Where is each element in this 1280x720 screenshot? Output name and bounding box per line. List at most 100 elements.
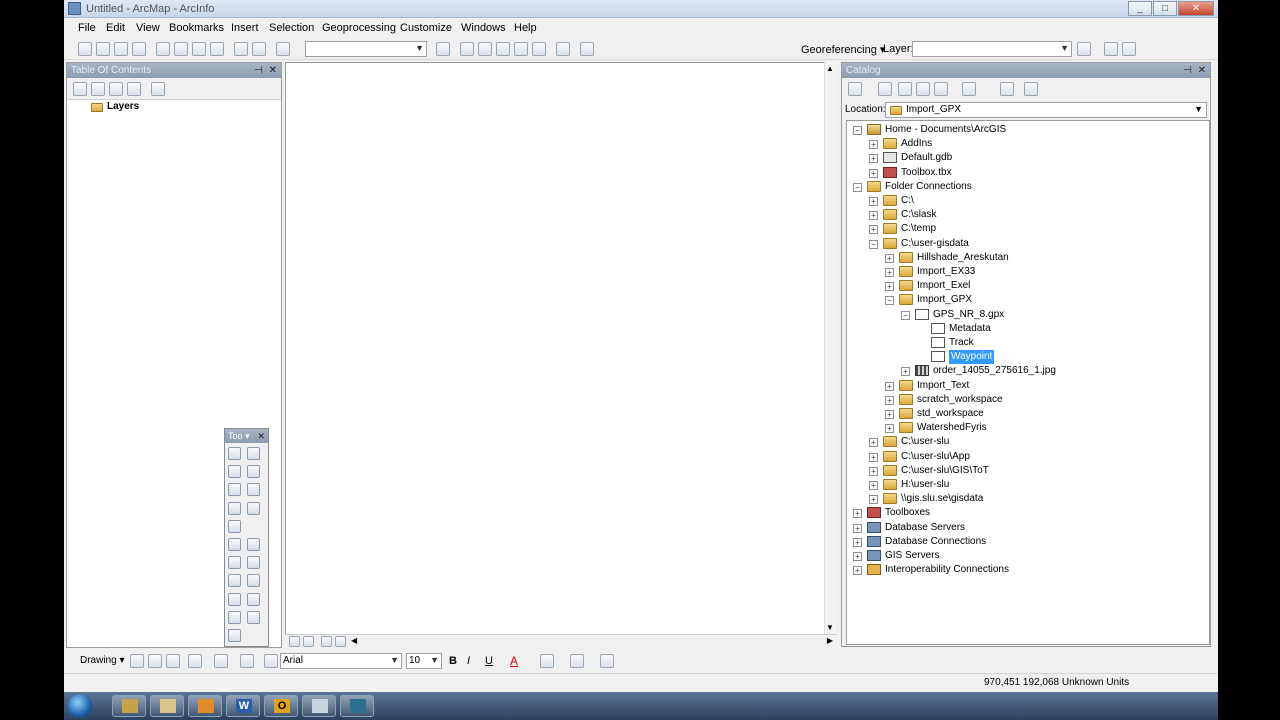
expand-icon[interactable]: +: [869, 140, 878, 150]
forward-extent-icon[interactable]: [247, 501, 260, 515]
georef-layer-combo[interactable]: ▼: [912, 41, 1072, 57]
expand-icon[interactable]: +: [885, 381, 894, 391]
menu-edit[interactable]: Edit: [106, 22, 125, 34]
expand-icon[interactable]: +: [853, 552, 862, 561]
close-button[interactable]: ✕: [1178, 1, 1214, 16]
catalog-tree-item[interactable]: + Toolbox.tbx: [869, 166, 1183, 180]
catalog-tree-item[interactable]: + Toolboxes: [853, 506, 1183, 520]
taskbar-arcmap-icon[interactable]: [340, 695, 374, 717]
catalog-tree-item[interactable]: + C:\user-slu\GIS\ToT: [869, 464, 1183, 478]
catalog-tree-item[interactable]: − Import_GPX: [885, 293, 1183, 307]
find-route-icon[interactable]: [247, 592, 260, 606]
forward-icon[interactable]: [878, 82, 892, 96]
catalog-tree-item[interactable]: − GPS_NR_8.gpx: [901, 308, 1183, 322]
font-size-combo[interactable]: 10 ▼: [406, 653, 442, 669]
tools-window-title[interactable]: Too ▾: [228, 431, 250, 441]
edit-vertices-icon[interactable]: [240, 654, 254, 668]
minimize-button[interactable]: _: [1128, 1, 1152, 16]
font-combo[interactable]: Arial ▼: [280, 653, 402, 669]
go-to-xy-icon[interactable]: [228, 610, 241, 624]
arctoolbox-icon[interactable]: [514, 42, 528, 56]
drawing-menu[interactable]: Drawing ▾: [80, 655, 124, 666]
fixed-zoom-out-icon[interactable]: [247, 483, 260, 497]
catalog-tree-item[interactable]: Waypoint: [917, 350, 1183, 365]
select-elements-icon[interactable]: [247, 538, 260, 551]
layout-view-icon[interactable]: [303, 636, 314, 647]
add-data-icon[interactable]: [276, 42, 290, 56]
line-color-icon[interactable]: [570, 654, 584, 668]
map-scale-combo[interactable]: ▼: [305, 41, 427, 57]
create-viewer-icon[interactable]: [228, 629, 241, 642]
expand-icon[interactable]: +: [885, 253, 894, 263]
expand-icon[interactable]: +: [869, 197, 878, 206]
menu-bookmarks[interactable]: Bookmarks: [169, 22, 224, 34]
list-by-source-icon[interactable]: [91, 82, 105, 96]
marker-color-icon[interactable]: [600, 654, 614, 668]
catalog-tree-item[interactable]: − C:\user-gisdata: [869, 237, 1183, 251]
catalog-tree-item[interactable]: + H:\user-slu: [869, 478, 1183, 492]
copy-icon[interactable]: [174, 42, 188, 56]
rotate-icon[interactable]: [1077, 42, 1091, 56]
expand-icon[interactable]: +: [853, 523, 862, 533]
location-combo[interactable]: Import_GPX ▼: [885, 102, 1207, 118]
expand-icon[interactable]: +: [869, 154, 878, 164]
catalog-tree-item[interactable]: + std_workspace: [885, 407, 1183, 421]
catalog-tree-item[interactable]: + \\gis.slu.se\gisdata: [869, 492, 1183, 506]
catalog-tree-item[interactable]: + Default.gdb: [869, 151, 1183, 165]
data-view-icon[interactable]: [289, 636, 300, 647]
catalog-tree-item[interactable]: Metadata: [917, 322, 1183, 336]
start-button[interactable]: [68, 694, 92, 718]
expand-icon[interactable]: +: [869, 466, 878, 476]
expand-icon[interactable]: +: [885, 268, 894, 277]
map-view[interactable]: [285, 62, 830, 637]
zoom-to-selected-icon[interactable]: [166, 654, 180, 668]
close-icon[interactable]: ✕: [269, 63, 277, 78]
pin-icon[interactable]: ⊣: [254, 63, 263, 78]
back-extent-icon[interactable]: [228, 501, 241, 515]
whats-this-icon[interactable]: [580, 42, 594, 56]
catalog-tree-item[interactable]: + Interoperability Connections: [853, 563, 1183, 577]
catalog-tree-item[interactable]: + Import_EX33: [885, 265, 1183, 279]
taskbar-word-icon[interactable]: W: [226, 695, 260, 717]
find-icon[interactable]: [228, 592, 241, 606]
back-icon[interactable]: [848, 82, 862, 96]
catalog-tree-item[interactable]: + scratch_workspace: [885, 393, 1183, 407]
scroll-down-icon[interactable]: ▼: [826, 623, 834, 632]
expand-icon[interactable]: +: [901, 367, 910, 377]
catalog-tree-item[interactable]: − Folder Connections: [853, 180, 1183, 194]
font-color-icon[interactable]: A: [510, 654, 518, 668]
connect-server-icon[interactable]: [1024, 82, 1038, 96]
zoom-out-icon[interactable]: [247, 447, 260, 460]
up-one-level-icon[interactable]: [898, 82, 912, 96]
taskbar-window-icon[interactable]: [302, 695, 336, 717]
catalog-tree-item[interactable]: + Hillshade_Areskutan: [885, 251, 1183, 265]
close-icon[interactable]: ✕: [257, 429, 265, 443]
paste-icon[interactable]: [192, 42, 206, 56]
catalog-tree-item[interactable]: + GIS Servers: [853, 549, 1183, 563]
catalog-tree-item[interactable]: + C:\user-slu\App: [869, 450, 1183, 464]
scroll-right-icon[interactable]: ▶: [827, 636, 833, 645]
collapse-icon[interactable]: −: [869, 239, 878, 249]
catalog-tree-item[interactable]: + C:\user-slu: [869, 435, 1183, 449]
expand-icon[interactable]: +: [853, 537, 862, 547]
scroll-left-icon[interactable]: ◀: [351, 636, 357, 645]
expand-icon[interactable]: +: [885, 282, 894, 292]
expand-icon[interactable]: +: [869, 452, 878, 462]
open-icon[interactable]: [96, 42, 110, 56]
full-extent-icon[interactable]: [247, 465, 260, 479]
catalog-tree-item[interactable]: + WatershedFyris: [885, 421, 1183, 435]
collapse-icon[interactable]: −: [901, 310, 910, 320]
chevron-down-icon[interactable]: ▼: [1194, 104, 1203, 114]
italic-button[interactable]: I: [467, 655, 470, 667]
collapse-icon[interactable]: −: [885, 296, 894, 306]
undo-icon[interactable]: [234, 42, 248, 56]
time-slider-icon[interactable]: [247, 610, 260, 624]
taskbar-files-icon[interactable]: [150, 695, 184, 717]
hyperlink-icon[interactable]: [247, 556, 260, 570]
search-window-icon[interactable]: [496, 42, 510, 56]
list-by-selection-icon[interactable]: [127, 82, 141, 96]
map-horizontal-scrollbar[interactable]: ◀ ▶: [285, 634, 837, 648]
catalog-tree-item[interactable]: + C:\temp: [869, 222, 1183, 236]
scroll-up-icon[interactable]: ▲: [826, 64, 834, 73]
catalog-tree-item[interactable]: + C:\slask: [869, 208, 1183, 222]
